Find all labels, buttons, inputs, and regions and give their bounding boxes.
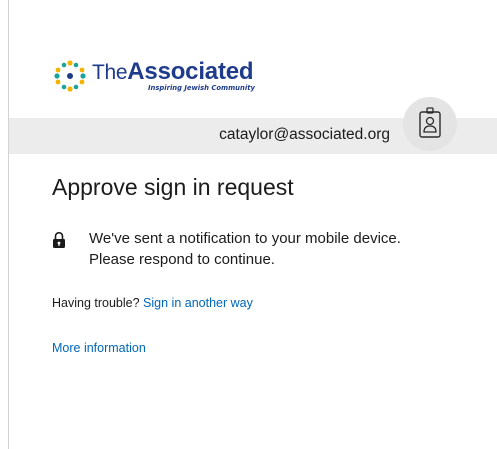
trouble-row: Having trouble? Sign in another way bbox=[52, 296, 253, 310]
logo-the: The bbox=[92, 61, 128, 84]
id-badge-icon bbox=[403, 97, 457, 151]
account-email: cataylor@associated.org bbox=[219, 126, 390, 143]
page-title: Approve sign in request bbox=[52, 174, 294, 200]
sign-in-another-way-link[interactable]: Sign in another way bbox=[143, 296, 253, 310]
logo-tagline: Inspiring Jewish Community bbox=[148, 84, 255, 92]
lock-icon bbox=[53, 231, 65, 248]
notice-text: We've sent a notification to your mobile… bbox=[89, 230, 401, 268]
logo-associated: Associated bbox=[127, 58, 254, 85]
pane-border bbox=[8, 0, 9, 449]
more-information-link[interactable]: More information bbox=[52, 341, 146, 355]
sign-in-pane: TheAssociated Inspiring Jewish Community… bbox=[0, 0, 497, 449]
organization-logo: TheAssociated Inspiring Jewish Community bbox=[52, 58, 292, 100]
logo-mark-icon bbox=[54, 60, 86, 92]
more-information-row: More information bbox=[52, 341, 146, 355]
trouble-label: Having trouble? bbox=[52, 296, 140, 310]
